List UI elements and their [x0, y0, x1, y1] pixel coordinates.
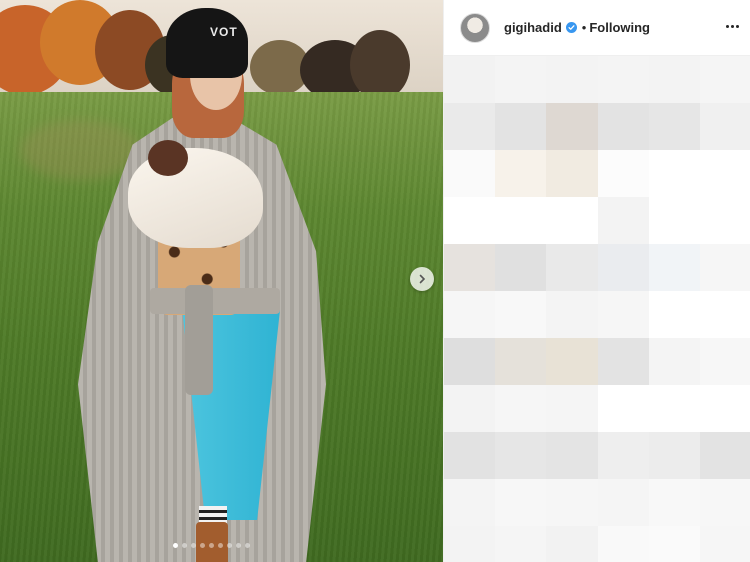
photo-belt [150, 288, 280, 314]
blurred-cell [546, 291, 598, 338]
blurred-cell [597, 197, 649, 244]
blurred-cell [597, 291, 649, 338]
beanie-text: VOT [210, 25, 238, 39]
blurred-cell [495, 150, 547, 197]
post-sidebar: gigihadid • Following [443, 0, 750, 562]
carousel-dot [182, 543, 187, 548]
blurred-cell [648, 56, 700, 103]
username-link[interactable]: gigihadid [504, 20, 562, 35]
chevron-right-icon [419, 274, 426, 284]
carousel-dot [200, 543, 205, 548]
blurred-cell [699, 150, 750, 197]
blurred-cell [546, 244, 598, 291]
blurred-cell [648, 526, 700, 562]
post-photo[interactable]: VOT [0, 0, 443, 562]
blurred-cell [444, 432, 496, 479]
blurred-cell [444, 338, 496, 385]
blurred-cell [495, 197, 547, 244]
blurred-cell [444, 244, 496, 291]
blurred-cell [597, 338, 649, 385]
blurred-cell [648, 197, 700, 244]
blurred-cell [444, 56, 496, 103]
photo-baby-head [148, 140, 188, 176]
blurred-cell [648, 291, 700, 338]
blurred-cell [597, 150, 649, 197]
next-slide-button[interactable] [410, 267, 434, 291]
blurred-cell [444, 291, 496, 338]
blurred-cell [699, 103, 750, 150]
photo-boot [196, 522, 228, 562]
blurred-cell [546, 56, 598, 103]
blurred-cell [444, 197, 496, 244]
carousel-indicator [173, 543, 250, 548]
blurred-cell [699, 291, 750, 338]
avatar[interactable] [460, 12, 490, 43]
carousel-dot [173, 543, 178, 548]
blurred-cell [597, 244, 649, 291]
post-header: gigihadid • Following [444, 0, 750, 56]
blurred-cell [546, 526, 598, 562]
blurred-cell [444, 526, 496, 562]
blurred-cell [699, 526, 750, 562]
blurred-cell [495, 103, 547, 150]
blurred-cell [699, 197, 750, 244]
blurred-cell [648, 150, 700, 197]
blurred-cell [444, 385, 496, 432]
blurred-cell [495, 244, 547, 291]
carousel-dot [245, 543, 250, 548]
blurred-cell [495, 479, 547, 526]
blurred-cell [546, 385, 598, 432]
blurred-cell [648, 244, 700, 291]
blurred-cell [648, 479, 700, 526]
blurred-cell [648, 103, 700, 150]
blurred-cell [546, 479, 598, 526]
more-options-icon[interactable] [722, 21, 743, 32]
blurred-cell [444, 150, 496, 197]
blurred-cell [597, 526, 649, 562]
blurred-cell [648, 385, 700, 432]
carousel-dot [209, 543, 214, 548]
following-button[interactable]: Following [589, 20, 650, 35]
carousel-dot [227, 543, 232, 548]
photo-belt-knot [185, 285, 213, 395]
verified-badge-icon [565, 22, 577, 33]
blurred-cell [495, 432, 547, 479]
photo-beanie [166, 8, 248, 78]
blurred-cell [546, 103, 598, 150]
carousel-dot [218, 543, 223, 548]
blurred-cell [699, 244, 750, 291]
blurred-cell [546, 432, 598, 479]
blurred-cell [444, 103, 496, 150]
blurred-cell [699, 338, 750, 385]
photo-tree [350, 30, 410, 100]
blurred-cell [699, 432, 750, 479]
carousel-dot [191, 543, 196, 548]
blurred-cell [495, 56, 547, 103]
blurred-cell [648, 432, 700, 479]
blurred-cell [495, 385, 547, 432]
blurred-cell [648, 338, 700, 385]
blurred-cell [699, 479, 750, 526]
blurred-cell [597, 479, 649, 526]
blurred-cell [546, 150, 598, 197]
blurred-cell [495, 291, 547, 338]
blurred-comments [444, 56, 750, 562]
blurred-cell [546, 197, 598, 244]
blurred-cell [597, 103, 649, 150]
blurred-cell [597, 432, 649, 479]
photo-path [20, 120, 140, 180]
blurred-cell [597, 385, 649, 432]
blurred-cell [546, 338, 598, 385]
blurred-cell [699, 385, 750, 432]
blurred-cell [699, 56, 750, 103]
blurred-cell [597, 56, 649, 103]
blurred-cell [495, 526, 547, 562]
blurred-cell [495, 338, 547, 385]
blurred-cell [444, 479, 496, 526]
header-separator: • [581, 20, 587, 35]
carousel-dot [236, 543, 241, 548]
